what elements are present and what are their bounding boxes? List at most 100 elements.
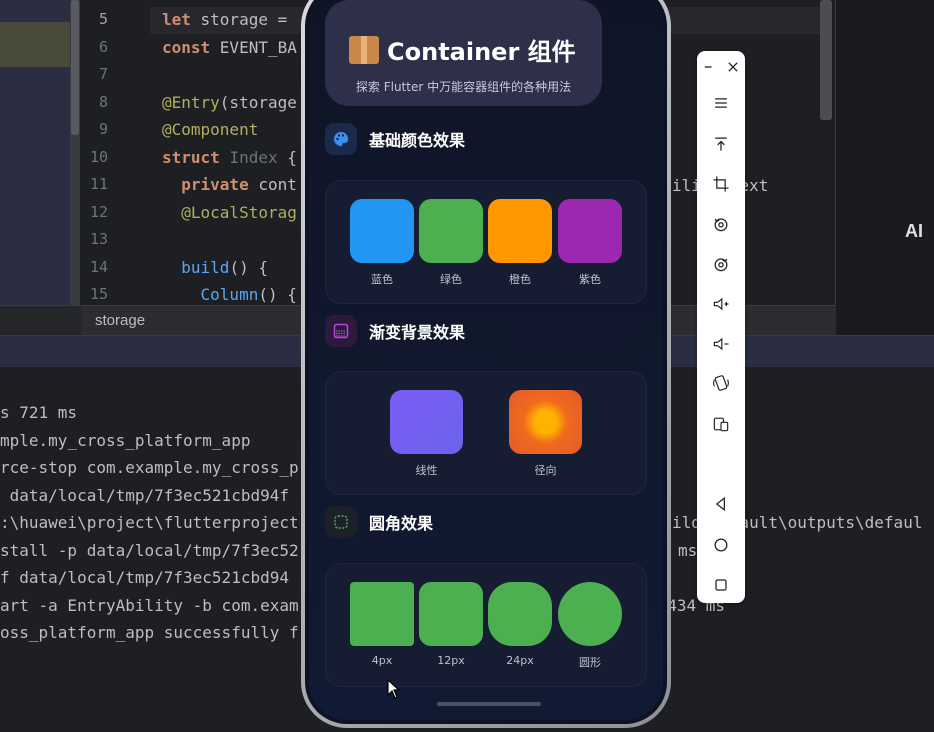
code-token: let	[162, 10, 201, 29]
code-line: Column() {	[162, 285, 297, 304]
code-token: Index	[229, 147, 288, 167]
code-token: () {	[229, 257, 268, 277]
code-token: () {	[258, 285, 297, 304]
gradient-item[interactable]: 线性	[390, 390, 463, 478]
multi-device-button[interactable]	[709, 412, 733, 436]
swatch-item[interactable]: 圆形	[558, 582, 622, 670]
line-number: 15	[89, 285, 108, 303]
shake-button[interactable]	[709, 371, 733, 395]
gradient-item[interactable]: 径向	[509, 390, 582, 478]
card-radius: 4px 12px 24px 圆形	[325, 563, 647, 687]
volume-up-button[interactable]	[709, 292, 733, 316]
home-button[interactable]	[709, 533, 733, 557]
code-token: const	[162, 37, 220, 57]
close-button[interactable]	[721, 55, 745, 79]
breadcrumb-item[interactable]: storage	[95, 312, 145, 329]
radial-gradient-swatch[interactable]	[509, 390, 582, 454]
swatch-label: 径向	[534, 464, 557, 477]
ai-label: AI	[905, 221, 923, 241]
pin-top-button[interactable]	[709, 132, 733, 156]
minimize-button[interactable]	[697, 55, 721, 79]
line-number: 10	[89, 147, 108, 166]
app-screen[interactable]: Container 组件 探索 Flutter 中万能容器组件的各种用法 基础颜…	[309, 0, 663, 720]
swatch-item[interactable]: 12px	[419, 582, 483, 667]
swatch-item[interactable]: 4px	[350, 582, 414, 667]
page-title-text: Container 组件	[387, 38, 576, 66]
swatch-label: 4px	[371, 654, 393, 667]
section-title-colors: 基础颜色效果	[325, 123, 465, 155]
swatch-label: 蓝色	[371, 273, 393, 286]
page-subtitle: 探索 Flutter 中万能容器组件的各种用法	[355, 80, 572, 94]
crop-icon	[713, 176, 729, 192]
line-number: 14	[89, 257, 108, 276]
console-line: data/local/tmp/7f3ec521cbd94f	[0, 485, 289, 505]
console-line-fragment: ms	[678, 540, 698, 560]
radius-swatch[interactable]	[488, 582, 552, 646]
line-number: 8	[98, 92, 108, 111]
section-heading: 渐变背景效果	[369, 323, 466, 342]
volume-up-icon	[713, 297, 729, 311]
selected-file-highlight	[0, 22, 70, 67]
rotate-left-button[interactable]	[709, 212, 733, 236]
line-number: 5	[98, 10, 108, 28]
menu-button[interactable]	[709, 91, 733, 115]
code-line: @Entry(storage	[162, 93, 297, 112]
swatch-label: 圆形	[579, 656, 601, 669]
editor-scrollbar[interactable]	[820, 0, 832, 120]
code-token: struct	[162, 147, 230, 167]
linear-gradient-swatch[interactable]	[390, 390, 463, 454]
swatch-label: 12px	[437, 654, 465, 667]
card-gradients: 线性 径向	[325, 371, 647, 495]
minimize-icon	[704, 66, 712, 68]
console-line: f data/local/tmp/7f3ec521cbd94	[0, 568, 289, 587]
section-heading: 基础颜色效果	[369, 131, 466, 150]
color-swatch[interactable]	[419, 199, 483, 263]
swatch-item[interactable]: 绿色	[419, 199, 483, 287]
swatch-item[interactable]: 橙色	[488, 199, 552, 287]
color-swatch[interactable]	[350, 199, 414, 263]
home-indicator[interactable]	[437, 702, 541, 706]
swatch-item[interactable]: 蓝色	[350, 199, 414, 287]
pin-top-icon	[715, 137, 727, 151]
radius-swatch[interactable]	[558, 582, 622, 646]
recents-icon	[715, 579, 727, 591]
phone-bezel: Container 组件 探索 Flutter 中万能容器组件的各种用法 基础颜…	[305, 0, 667, 724]
code-token: private	[181, 175, 259, 194]
code-token: {	[287, 147, 297, 167]
color-swatch[interactable]	[488, 199, 552, 263]
swatch-item[interactable]: 24px	[488, 582, 552, 667]
section-title-radius: 圆角效果	[325, 506, 433, 538]
code-line: build() {	[162, 258, 268, 277]
breadcrumb-left-area	[0, 306, 82, 336]
recents-button[interactable]	[709, 573, 733, 597]
phone-frame: Container 组件 探索 Flutter 中万能容器组件的各种用法 基础颜…	[301, 0, 671, 728]
rotate-right-button[interactable]	[709, 252, 733, 276]
code-token: build	[181, 257, 230, 277]
swatch-item[interactable]: 紫色	[558, 199, 622, 287]
console-line: art -a EntryAbility -b com.exam	[0, 595, 299, 615]
line-number: 12	[89, 202, 108, 221]
close-icon	[728, 62, 738, 72]
page-title: Container 组件	[349, 32, 576, 67]
radius-swatch[interactable]	[350, 582, 414, 646]
color-swatch[interactable]	[558, 199, 622, 263]
radius-swatch[interactable]	[419, 582, 483, 646]
menu-icon	[715, 98, 727, 108]
back-button[interactable]	[709, 492, 733, 516]
gradient-icon	[325, 315, 357, 347]
project-panel[interactable]	[0, 0, 80, 305]
code-token: EVENT_BA	[219, 37, 297, 57]
code-line: struct Index {	[162, 148, 297, 167]
section-title-gradients: 渐变背景效果	[325, 315, 465, 347]
console-line: oss_platform_app successfully f	[0, 623, 299, 642]
swatch-label: 绿色	[440, 273, 462, 286]
crop-button[interactable]	[709, 172, 733, 196]
volume-down-button[interactable]	[709, 332, 733, 356]
code-line: let storage =	[162, 10, 297, 29]
line-number: 6	[98, 37, 108, 56]
line-number: 7	[98, 65, 108, 83]
code-token: (storage	[219, 92, 297, 112]
volume-down-icon	[713, 337, 729, 351]
